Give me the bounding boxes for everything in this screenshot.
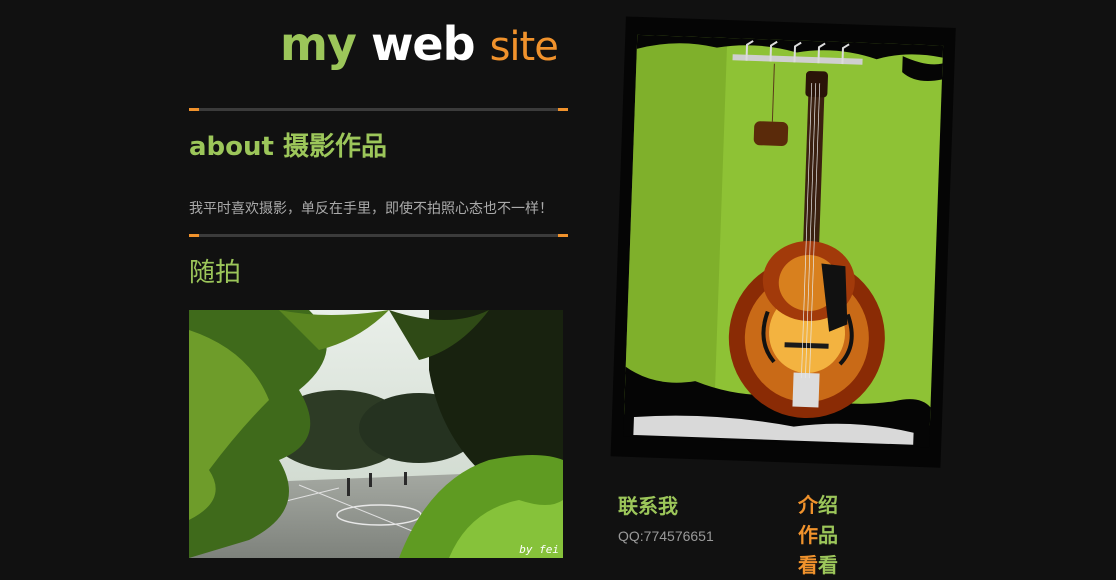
nav-link-intro-char2: 绍 (818, 493, 838, 517)
site-title-word-site: site (489, 24, 559, 70)
gallery-photo-image (189, 310, 563, 558)
section-divider (189, 108, 568, 111)
about-intro-text: 我平时喜欢摄影，单反在手里，即使不拍照心态也不一样！ (189, 201, 553, 217)
nav-link-works-char2: 品 (818, 523, 838, 547)
nav-link-intro-char1: 介 (798, 493, 818, 517)
nav-link-intro[interactable]: 介绍 (798, 490, 838, 520)
nav-link-works[interactable]: 作品 (798, 520, 838, 550)
nav-link-works-char1: 作 (798, 523, 818, 547)
nav-link-more-char1: 看 (798, 553, 818, 577)
section-divider (189, 234, 568, 237)
contact-heading: 联系我 (618, 494, 678, 518)
contact-qq: QQ:774576651 (618, 528, 714, 544)
gallery-heading: 随拍 (189, 258, 242, 288)
site-title: my web site (280, 14, 559, 77)
guitar-photo-image (610, 16, 956, 468)
side-nav: 介绍 作品 看看 (798, 490, 838, 580)
gallery-photo: by fei (189, 310, 563, 558)
site-title-word-my: my (280, 17, 357, 71)
about-heading: about 摄影作品 (189, 132, 388, 162)
nav-link-more[interactable]: 看看 (798, 550, 838, 580)
nav-link-more-char2: 看 (818, 553, 838, 577)
photo-credit: by fei (519, 543, 559, 556)
site-title-word-web: web (370, 17, 476, 71)
guitar-photo (600, 12, 960, 482)
